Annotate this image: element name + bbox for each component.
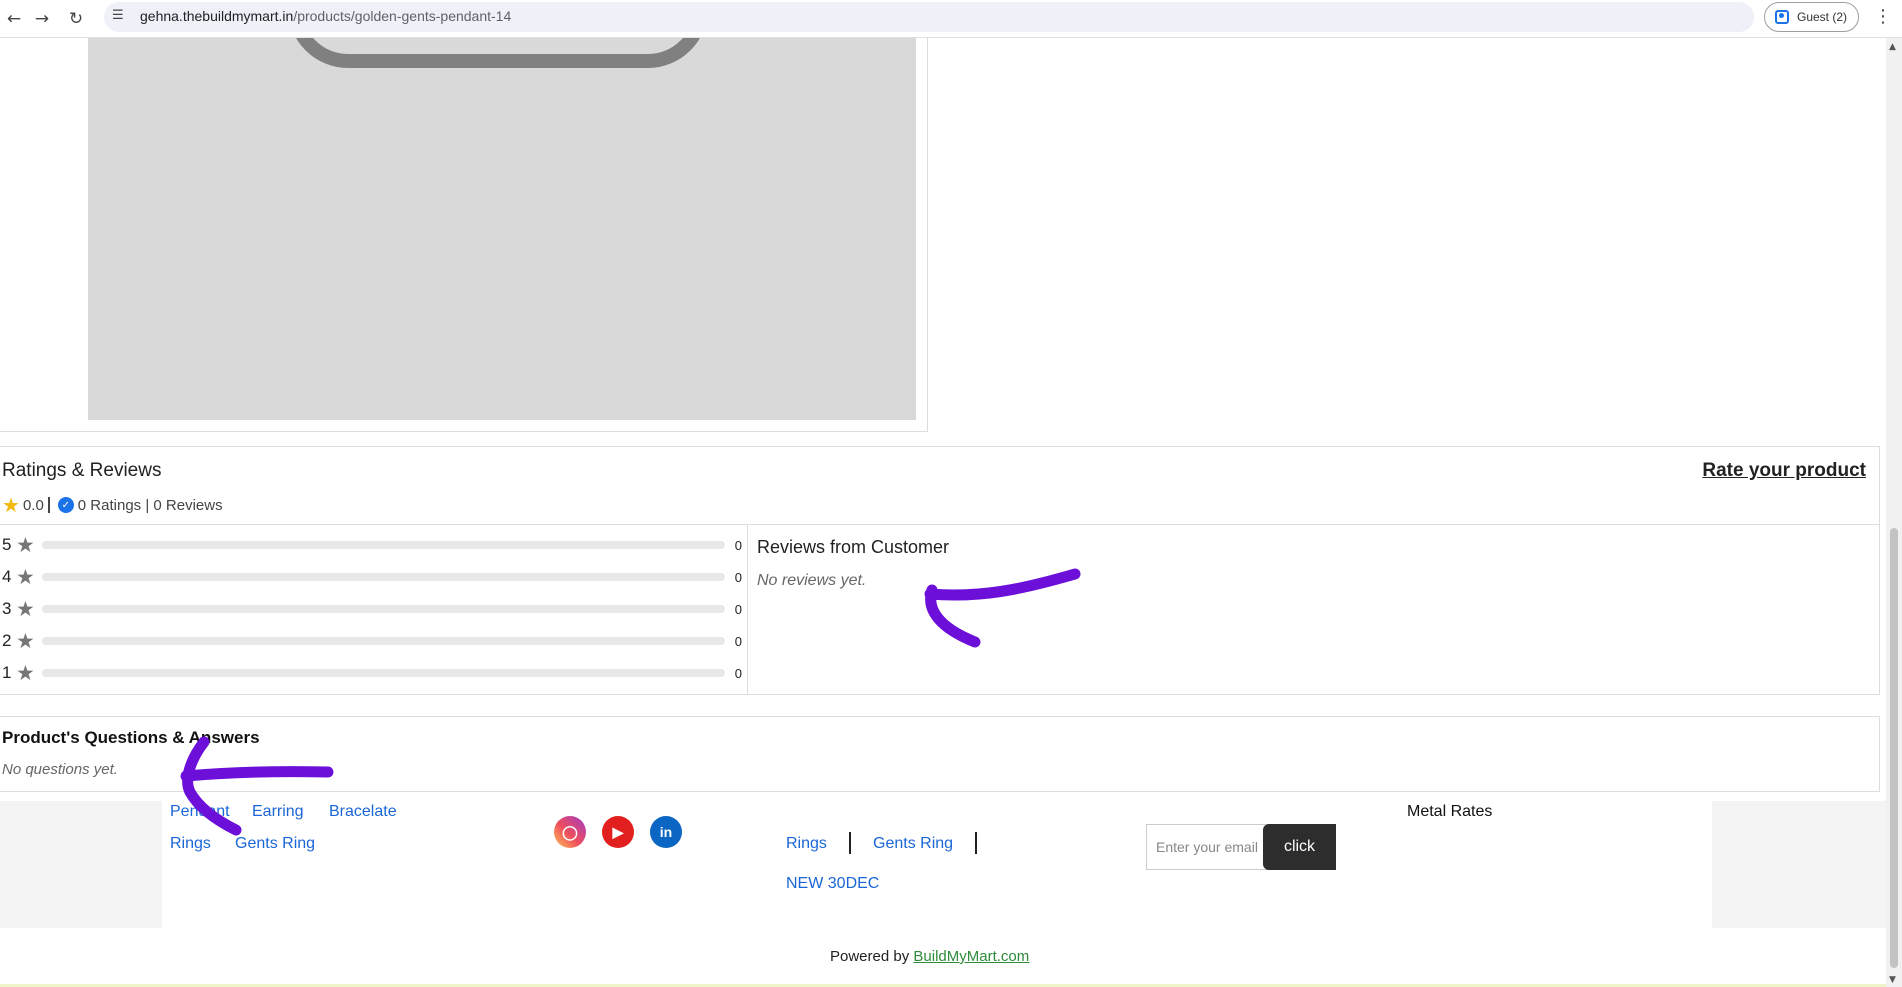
scroll-thumb[interactable] <box>1890 528 1898 968</box>
average-rating: 0.0 <box>22 496 44 514</box>
rating-row: 3 ★ 0 <box>2 597 742 621</box>
linkedin-icon[interactable]: in <box>650 816 682 848</box>
rating-distribution: 5 ★ 0 4 ★ 0 3 ★ 0 2 ★ 0 1 ★ 0 <box>0 525 748 695</box>
instagram-icon[interactable]: ◯ <box>554 816 586 848</box>
menu-separator <box>849 832 851 854</box>
url-domain: gehna.thebuildmymart.in <box>140 8 294 24</box>
rating-bar <box>41 637 725 645</box>
menu-separator <box>975 832 977 854</box>
rating-row: 2 ★ 0 <box>2 629 742 653</box>
page-scrollbar[interactable]: ▲ ▼ <box>1886 38 1902 987</box>
back-arrow-icon[interactable]: ← <box>2 7 26 31</box>
footer-menu-gents-ring[interactable]: Gents Ring <box>873 835 953 853</box>
rating-count: 0 <box>734 601 742 617</box>
scroll-up-arrow-icon[interactable]: ▲ <box>1889 42 1896 52</box>
footer-link-gents-ring[interactable]: Gents Ring <box>235 835 315 853</box>
star-icon: ★ <box>15 629 35 653</box>
youtube-icon[interactable]: ▶ <box>602 816 634 848</box>
rating-bar <box>41 605 725 613</box>
profile-icon <box>1775 10 1789 24</box>
no-reviews-text: No reviews yet. <box>757 572 867 589</box>
ratings-section: Ratings & Reviews Rate your product ★ 0.… <box>0 446 1880 695</box>
forward-arrow-icon[interactable]: → <box>30 7 54 31</box>
footer-link-earring[interactable]: Earring <box>252 803 304 821</box>
reload-icon[interactable]: ↻ <box>64 7 88 31</box>
email-input[interactable] <box>1148 826 1264 868</box>
buildmymart-link[interactable]: BuildMyMart.com <box>913 948 1029 965</box>
star-icon: ★ <box>15 533 35 557</box>
browser-toolbar: ← → ↻ ☰ gehna.thebuildmymart.in/products… <box>0 0 1902 38</box>
site-settings-icon[interactable]: ☰ <box>112 8 124 23</box>
footer-link-pendant[interactable]: Pendant <box>170 803 230 821</box>
rating-row: 1 ★ 0 <box>2 661 742 685</box>
metal-rates-heading: Metal Rates <box>1407 803 1493 820</box>
scroll-down-arrow-icon[interactable]: ▼ <box>1889 975 1896 985</box>
url-text[interactable]: gehna.thebuildmymart.in/products/golden-… <box>140 8 511 24</box>
star-icon: ★ <box>15 661 35 685</box>
footer-side-right <box>1712 801 1886 928</box>
rating-bar <box>41 541 725 549</box>
powered-by: Powered by BuildMyMart.com <box>830 948 1029 965</box>
rating-bar <box>41 573 725 581</box>
rating-bar <box>41 669 725 677</box>
rating-row: 4 ★ 0 <box>2 565 742 589</box>
rate-product-link[interactable]: Rate your product <box>1702 460 1866 482</box>
powered-prefix: Powered by <box>830 948 910 965</box>
url-path: /products/golden-gents-pendant-14 <box>293 8 512 24</box>
footer-menu-rings[interactable]: Rings <box>786 835 827 853</box>
rating-count: 0 <box>734 569 742 585</box>
divider <box>47 497 50 513</box>
reviews-title: Reviews from Customer <box>757 537 950 557</box>
rating-star-number: 4 <box>2 567 12 586</box>
kebab-menu-icon[interactable]: ⋮ <box>1874 6 1892 27</box>
footer-menu-new-30dec[interactable]: NEW 30DEC <box>786 875 879 893</box>
ratings-title: Ratings & Reviews <box>2 460 162 481</box>
profile-label: Guest (2) <box>1797 10 1848 24</box>
ratings-header: Ratings & Reviews Rate your product ★ 0.… <box>0 447 1880 525</box>
no-questions-text: No questions yet. <box>2 761 118 778</box>
footer-side-left <box>0 801 162 928</box>
star-icon: ★ <box>15 597 35 621</box>
rating-count: 0 <box>734 633 742 649</box>
rating-row: 5 ★ 0 <box>2 533 742 557</box>
profile-button[interactable]: Guest (2) <box>1764 2 1859 32</box>
star-icon: ★ <box>15 565 35 589</box>
product-image[interactable] <box>88 38 916 420</box>
rating-count: 0 <box>734 665 742 681</box>
verified-check-icon: ✓ <box>57 497 74 513</box>
ratings-summary: ★ 0.0 ✓ 0 Ratings | 0 Reviews <box>2 493 223 517</box>
subscribe-button[interactable]: click <box>1263 824 1336 870</box>
rating-star-number: 3 <box>2 599 12 618</box>
ratings-count-text: 0 Ratings | 0 Reviews <box>77 496 223 514</box>
footer-link-bracelate[interactable]: Bracelate <box>329 803 397 821</box>
qa-section: Product's Questions & Answers No questio… <box>0 716 1880 792</box>
product-image-card <box>0 38 928 432</box>
rating-count: 0 <box>734 537 742 553</box>
footer-link-rings[interactable]: Rings <box>170 835 211 853</box>
star-icon: ★ <box>2 493 20 517</box>
qa-title: Product's Questions & Answers <box>2 728 260 747</box>
rating-star-number: 1 <box>2 663 12 682</box>
pendant-shape <box>288 38 708 68</box>
customer-reviews: Reviews from Customer No reviews yet. <box>757 537 949 590</box>
rating-star-number: 5 <box>2 535 12 554</box>
rating-star-number: 2 <box>2 631 12 650</box>
